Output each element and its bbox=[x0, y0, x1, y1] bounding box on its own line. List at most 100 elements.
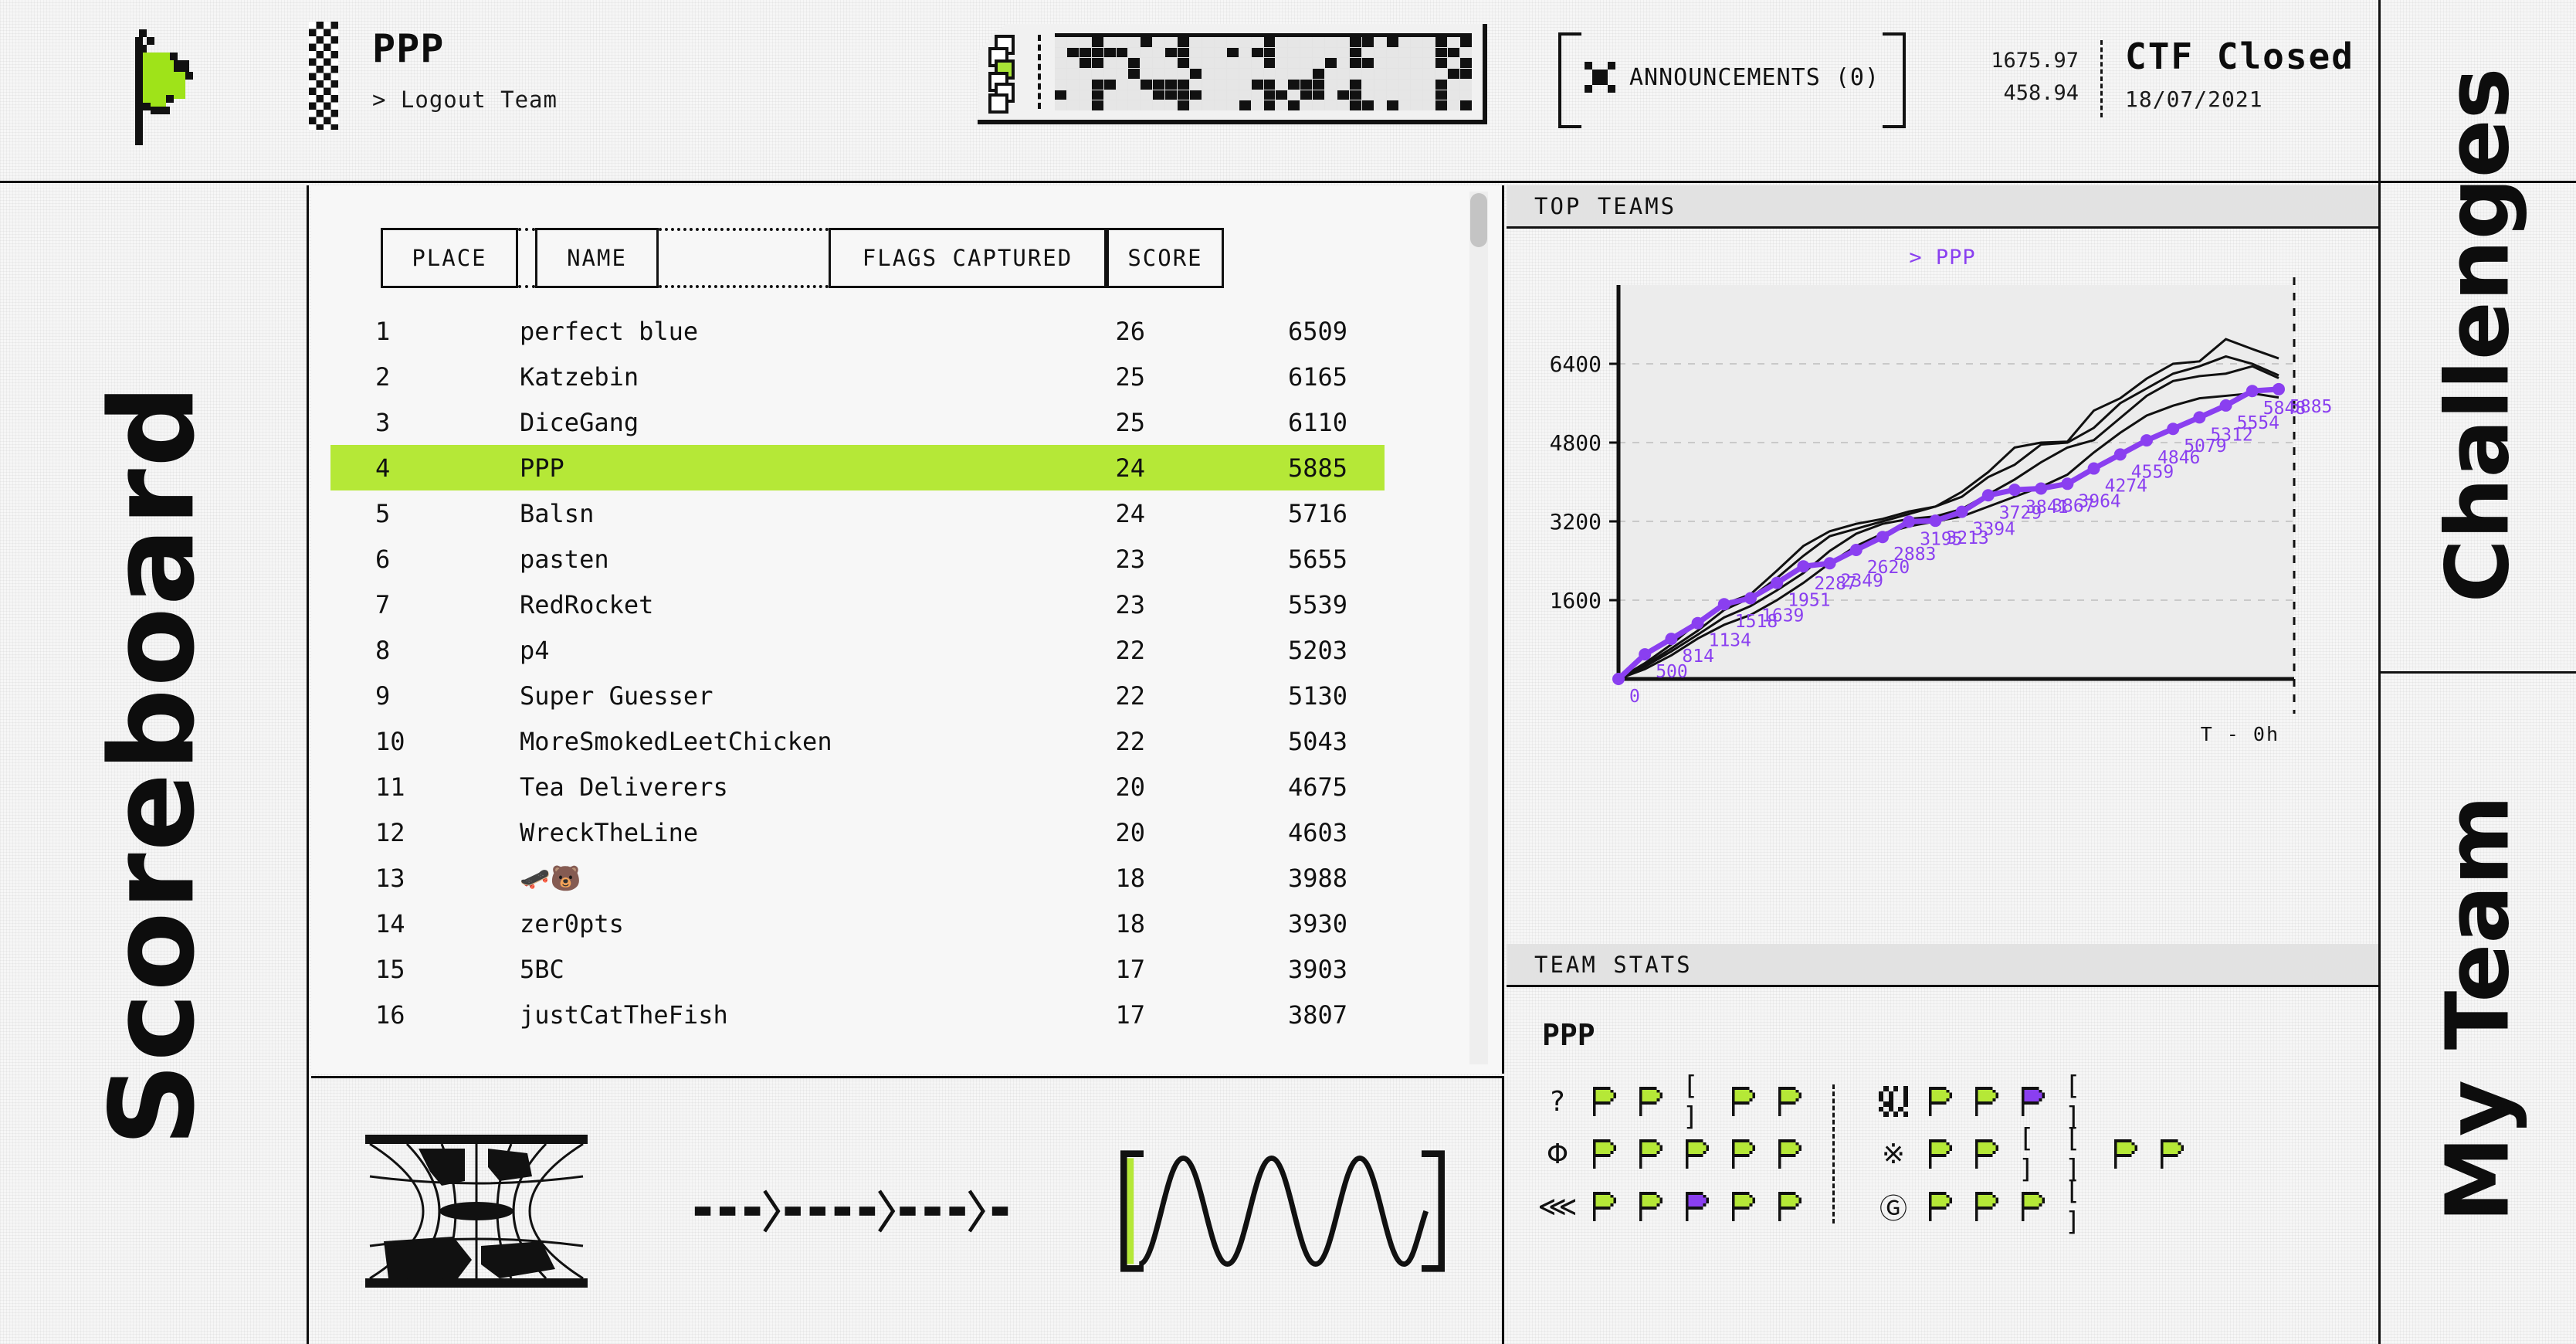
pattern-cell bbox=[1349, 79, 1361, 90]
chart-point[interactable] bbox=[1981, 489, 1995, 502]
table-row[interactable]: 15 5BC 17 3903 bbox=[330, 946, 1385, 992]
chart-point[interactable] bbox=[1903, 515, 1916, 528]
solved-flag-icon[interactable] bbox=[1972, 1138, 2001, 1170]
pattern-cell bbox=[1091, 100, 1103, 110]
logout-team-link[interactable]: > Logout Team bbox=[372, 87, 558, 113]
chart-point[interactable] bbox=[1771, 576, 1784, 589]
chart-point[interactable] bbox=[1823, 557, 1836, 570]
chart-point[interactable] bbox=[1639, 648, 1652, 661]
column-header-place[interactable]: PLACE bbox=[381, 228, 518, 288]
chart-point[interactable] bbox=[2246, 385, 2259, 398]
pattern-cell bbox=[1386, 79, 1398, 90]
pattern-cell bbox=[1190, 90, 1202, 100]
pattern-cell bbox=[1263, 100, 1276, 110]
chart-point[interactable] bbox=[2273, 382, 2285, 395]
table-row[interactable]: 2 Katzebin 25 6165 bbox=[330, 354, 1385, 399]
pattern-cell bbox=[1141, 90, 1153, 100]
chart-x-axis-label: T - 0h bbox=[2200, 723, 2279, 745]
cell-score: 5043 bbox=[1287, 726, 1347, 756]
table-row[interactable]: 14 zer0pts 18 3930 bbox=[330, 901, 1385, 946]
table-row[interactable]: 7 RedRocket 23 5539 bbox=[330, 582, 1385, 627]
cell-score: 6165 bbox=[1287, 361, 1347, 392]
table-row[interactable]: 6 pasten 23 5655 bbox=[330, 536, 1385, 582]
table-row[interactable]: 8 p4 22 5203 bbox=[330, 627, 1385, 673]
cell-name: perfect blue bbox=[520, 316, 699, 346]
chart-point[interactable] bbox=[1929, 514, 1942, 528]
sidebar-item-challenges[interactable]: Challenges bbox=[2381, 0, 2576, 671]
solved-flag-icon[interactable] bbox=[1926, 1138, 1955, 1170]
solved-flag-icon[interactable] bbox=[1972, 1190, 2001, 1223]
chart-point[interactable] bbox=[1876, 531, 1889, 544]
table-row[interactable]: 9 Super Guesser 22 5130 bbox=[330, 673, 1385, 718]
sidebar-item-my-team[interactable]: My Team bbox=[2381, 670, 2576, 1344]
table-row[interactable]: 13 🛹🐻 18 3988 bbox=[330, 855, 1385, 901]
chart-point[interactable] bbox=[1955, 505, 1968, 518]
pattern-cell bbox=[1276, 100, 1288, 110]
chart-point[interactable] bbox=[2035, 482, 2048, 495]
table-row[interactable]: 16 justCatTheFish 17 3807 bbox=[330, 992, 1385, 1037]
solved-flag-icon[interactable] bbox=[1636, 1190, 1666, 1223]
partial-flag-icon[interactable] bbox=[1683, 1190, 1712, 1223]
cell-place: 5 bbox=[375, 498, 391, 528]
solved-flag-icon[interactable] bbox=[2111, 1138, 2140, 1170]
table-row[interactable]: 11 Tea Deliverers 20 4675 bbox=[330, 764, 1385, 809]
chart-point[interactable] bbox=[1665, 633, 1678, 646]
chart-point[interactable] bbox=[1744, 592, 1757, 605]
solved-flag-icon[interactable] bbox=[1590, 1138, 1619, 1170]
pattern-cell bbox=[1178, 90, 1190, 100]
scrollbar-thumb[interactable] bbox=[1470, 193, 1487, 247]
chart-point[interactable] bbox=[1797, 560, 1810, 573]
chart-point[interactable] bbox=[2008, 484, 2021, 497]
pattern-cell bbox=[1141, 69, 1153, 79]
chart-legend-ppp[interactable]: > PPP bbox=[1507, 246, 2378, 270]
table-row[interactable]: 12 WreckTheLine 20 4603 bbox=[330, 809, 1385, 855]
pattern-cell bbox=[1325, 69, 1337, 79]
table-row[interactable]: 10 MoreSmokedLeetChicken 22 5043 bbox=[330, 718, 1385, 764]
category-row: Φ bbox=[1542, 1137, 1805, 1171]
chart-point[interactable] bbox=[1717, 598, 1730, 611]
table-row[interactable]: 3 DiceGang 25 6110 bbox=[330, 399, 1385, 445]
chart-point[interactable] bbox=[2193, 411, 2206, 424]
table-row[interactable]: 5 Balsn 24 5716 bbox=[330, 490, 1385, 536]
column-header-name[interactable]: NAME bbox=[535, 228, 659, 288]
chart-point[interactable] bbox=[2113, 448, 2127, 461]
pattern-cell bbox=[1239, 47, 1251, 58]
announcements-button[interactable]: ANNOUNCEMENTS (0) bbox=[1558, 32, 1907, 128]
chart-point[interactable] bbox=[2087, 462, 2100, 475]
pattern-cell bbox=[1337, 79, 1349, 90]
chart-point[interactable] bbox=[1612, 673, 1625, 685]
scrollbar[interactable] bbox=[1469, 192, 1488, 1064]
chart-point[interactable] bbox=[1691, 616, 1704, 630]
solved-flag-icon[interactable] bbox=[1775, 1138, 1805, 1170]
solved-flag-icon[interactable] bbox=[1775, 1190, 1805, 1223]
sidebar-item-scoreboard[interactable]: Scoreboard bbox=[0, 185, 309, 1344]
solved-flag-icon[interactable] bbox=[1729, 1085, 1758, 1118]
chart-point[interactable] bbox=[2140, 434, 2153, 447]
solved-flag-icon[interactable] bbox=[1729, 1190, 1758, 1223]
solved-flag-icon[interactable] bbox=[1683, 1138, 1712, 1170]
solved-flag-icon[interactable] bbox=[1636, 1138, 1666, 1170]
solved-flag-icon[interactable] bbox=[1926, 1190, 1955, 1223]
chart-point[interactable] bbox=[1849, 543, 1863, 556]
chart-point[interactable] bbox=[2167, 423, 2180, 436]
pattern-cell bbox=[1337, 69, 1349, 79]
chart-point[interactable] bbox=[2061, 477, 2074, 490]
partial-flag-icon[interactable] bbox=[2018, 1085, 2048, 1118]
chart-point[interactable] bbox=[2219, 399, 2232, 412]
cell-flags: 26 bbox=[1115, 316, 1145, 346]
solved-flag-icon[interactable] bbox=[2018, 1190, 2048, 1223]
solved-flag-icon[interactable] bbox=[1729, 1138, 1758, 1170]
table-row[interactable]: 4 PPP 24 5885 bbox=[330, 445, 1385, 490]
asterisk-icon: ※ bbox=[1881, 1138, 1906, 1170]
column-header-score[interactable]: SCORE bbox=[1107, 228, 1224, 288]
solved-flag-icon[interactable] bbox=[1972, 1085, 2001, 1118]
column-header-flags[interactable]: FLAGS CAPTURED bbox=[829, 228, 1107, 288]
solved-flag-icon[interactable] bbox=[1926, 1085, 1955, 1118]
pattern-cell bbox=[1079, 47, 1091, 58]
solved-flag-icon[interactable] bbox=[1636, 1085, 1666, 1118]
solved-flag-icon[interactable] bbox=[1590, 1085, 1619, 1118]
solved-flag-icon[interactable] bbox=[2157, 1138, 2187, 1170]
solved-flag-icon[interactable] bbox=[1590, 1190, 1619, 1223]
table-row[interactable]: 1 perfect blue 26 6509 bbox=[330, 308, 1385, 354]
solved-flag-icon[interactable] bbox=[1775, 1085, 1805, 1118]
